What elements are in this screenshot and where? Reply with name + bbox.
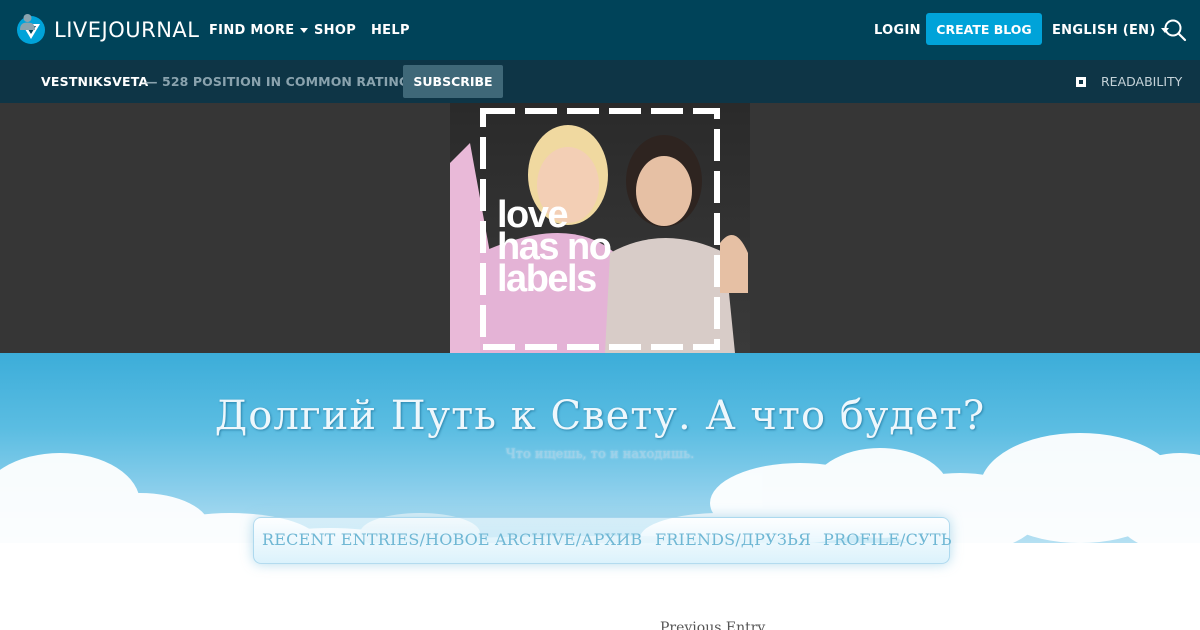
- find-more-menu[interactable]: FIND MORE: [209, 0, 308, 60]
- menu-item-profile[interactable]: PROFILE/СУТЬ: [823, 530, 952, 549]
- rating-text: — 528 POSITION IN COMMON RATING: [145, 74, 410, 89]
- banner-area: love has no labels: [0, 103, 1200, 353]
- user-icon: [20, 14, 35, 30]
- journal-title[interactable]: Долгий Путь к Свету. А что будет?: [0, 393, 1200, 439]
- logo-text: LIVEJOURNAL: [54, 18, 200, 42]
- livejournal-logo[interactable]: LIVEJOURNAL: [16, 14, 200, 46]
- chevron-down-icon: [299, 27, 308, 33]
- menu-item-archive[interactable]: ARCHIVE/АРХИВ: [495, 530, 642, 549]
- menu-item-recent-entries[interactable]: RECENT ENTRIES/НОВОЕ: [262, 530, 490, 549]
- help-link[interactable]: HELP: [371, 0, 410, 60]
- create-blog-button[interactable]: CREATE BLOG: [926, 13, 1042, 45]
- readability-checkbox[interactable]: [1076, 77, 1086, 87]
- menu-item-friends[interactable]: FRIENDS/ДРУЗЬЯ: [655, 530, 811, 549]
- language-label: ENGLISH (EN): [1052, 22, 1156, 38]
- banner-image[interactable]: love has no labels: [450, 103, 750, 353]
- find-more-label: FIND MORE: [209, 22, 295, 38]
- previous-entry-link[interactable]: Previous Entry: [660, 620, 765, 630]
- journal-subtitle: Что ищешь, то и находишь.: [505, 447, 695, 462]
- login-link[interactable]: LOGIN: [874, 0, 921, 60]
- readability-toggle[interactable]: READABILITY: [1101, 60, 1182, 103]
- shop-link[interactable]: SHOP: [314, 0, 356, 60]
- banner-caption-text: love has no labels: [497, 194, 612, 300]
- search-icon[interactable]: [1163, 18, 1187, 42]
- banner-caption: love has no labels: [497, 194, 617, 300]
- journal-username[interactable]: VESTNIKSVETA: [41, 60, 148, 103]
- language-selector[interactable]: ENGLISH (EN): [1052, 0, 1169, 60]
- subscribe-button[interactable]: SUBSCRIBE: [403, 65, 503, 98]
